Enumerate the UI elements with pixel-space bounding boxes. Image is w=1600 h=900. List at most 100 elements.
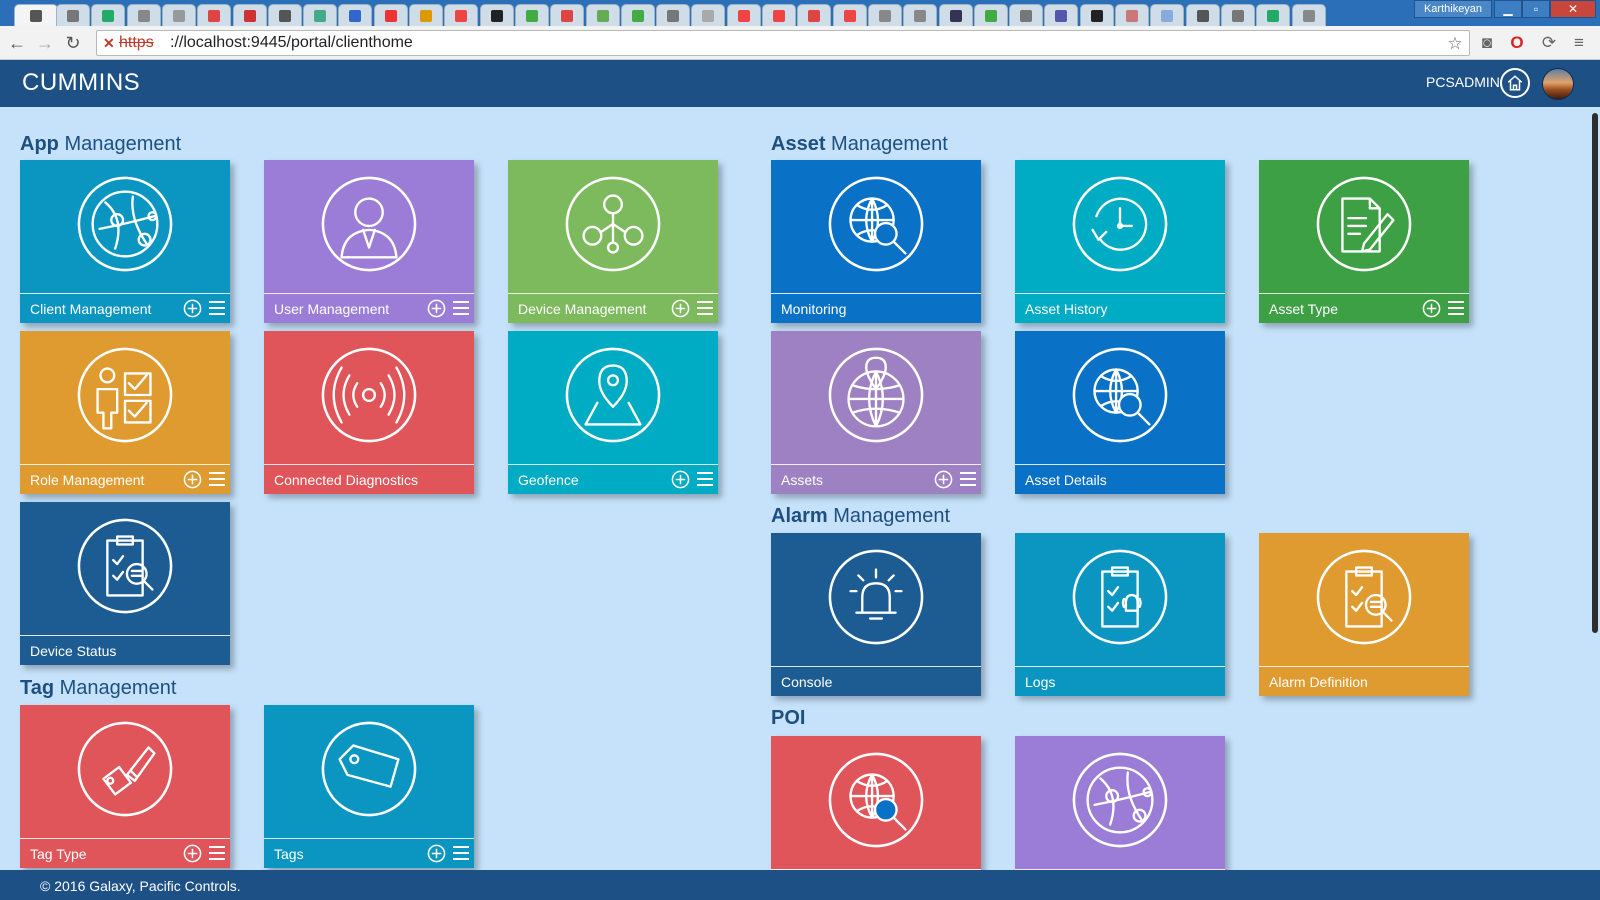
dashboard-tile[interactable]: Alarm Definition — [1259, 533, 1469, 696]
tile-label[interactable]: Tag Type — [30, 846, 87, 862]
tile-label[interactable]: Asset Details — [1025, 472, 1107, 488]
browser-tab[interactable] — [267, 4, 302, 26]
dashboard-tile[interactable]: Asset Details — [1015, 331, 1225, 494]
tile-label[interactable]: Client Management — [30, 301, 151, 317]
dashboard-tile[interactable]: Client Management — [20, 160, 230, 323]
username-label[interactable]: PCSADMIN — [1426, 74, 1500, 90]
browser-tab[interactable] — [56, 4, 90, 26]
close-window-button[interactable]: ✕ — [1550, 0, 1596, 18]
browser-tab[interactable] — [1256, 4, 1291, 26]
tile-label[interactable]: Role Management — [30, 472, 144, 488]
tile-label[interactable]: Console — [781, 674, 832, 690]
browser-tab[interactable] — [1079, 4, 1114, 26]
browser-tab[interactable] — [691, 4, 726, 26]
tile-label[interactable]: Alarm Definition — [1269, 674, 1368, 690]
tile-label[interactable]: Device Status — [30, 643, 116, 659]
dashboard-tile[interactable]: Tag Type — [20, 705, 230, 868]
dashboard-tile[interactable]: Asset History — [1015, 160, 1225, 323]
browser-tab[interactable] — [1220, 4, 1255, 26]
tile-label[interactable]: Logs — [1025, 674, 1055, 690]
browser-tab[interactable] — [797, 4, 832, 26]
address-bar[interactable]: ✕ https ://localhost:9445/portal/clienth… — [96, 30, 1470, 56]
tile-label[interactable]: Asset History — [1025, 301, 1107, 317]
add-icon[interactable] — [427, 299, 446, 318]
add-icon[interactable] — [1422, 299, 1441, 318]
browser-profile-button[interactable]: Karthikeyan — [1414, 0, 1492, 18]
browser-tab[interactable] — [303, 4, 338, 26]
dashboard-tile[interactable]: Logs — [1015, 533, 1225, 696]
browser-tab[interactable] — [197, 4, 232, 26]
dashboard-tile[interactable] — [771, 736, 981, 870]
add-icon[interactable] — [934, 470, 953, 489]
tile-label[interactable]: Assets — [781, 472, 823, 488]
dashboard-tile[interactable] — [1015, 736, 1225, 870]
browser-tab[interactable] — [409, 4, 443, 26]
sync-extension-icon[interactable]: ⟳ — [1538, 32, 1560, 54]
browser-tab[interactable] — [973, 4, 1008, 26]
dashboard-tile[interactable]: Monitoring — [771, 160, 981, 323]
browser-tab[interactable] — [514, 4, 549, 26]
browser-tab[interactable] — [1115, 4, 1149, 26]
dashboard-tile[interactable]: Assets — [771, 331, 981, 494]
browser-tab[interactable] — [1009, 4, 1044, 26]
add-icon[interactable] — [183, 470, 202, 489]
browser-tab[interactable] — [585, 4, 620, 26]
tile-label[interactable]: Connected Diagnostics — [274, 472, 418, 488]
list-menu-icon[interactable] — [452, 300, 470, 316]
tile-label[interactable]: User Management — [274, 301, 389, 317]
browser-tab[interactable] — [867, 4, 902, 26]
browser-tab[interactable] — [14, 4, 58, 26]
browser-tab[interactable] — [620, 4, 655, 26]
list-menu-icon[interactable] — [208, 471, 226, 487]
tile-label[interactable]: Tags — [274, 846, 304, 862]
add-icon[interactable] — [671, 299, 690, 318]
maximize-button[interactable]: ▫ — [1522, 0, 1550, 18]
browser-tab[interactable] — [762, 4, 796, 26]
tile-label[interactable]: Geofence — [518, 472, 579, 488]
dashboard-tile[interactable]: Asset Type — [1259, 160, 1469, 323]
tile-label[interactable]: Device Management — [518, 301, 646, 317]
scrollbar-thumb[interactable] — [1592, 113, 1598, 633]
browser-tab[interactable] — [232, 4, 267, 26]
add-icon[interactable] — [183, 299, 202, 318]
dashboard-tile[interactable]: Tags — [264, 705, 474, 868]
scrollbar[interactable] — [1590, 107, 1600, 870]
bookmark-star-icon[interactable]: ☆ — [1444, 33, 1466, 55]
reload-icon[interactable]: ↻ — [62, 32, 84, 54]
list-menu-icon[interactable] — [452, 845, 470, 861]
minimize-button[interactable]: ▁ — [1494, 0, 1522, 18]
browser-tab[interactable] — [338, 4, 373, 26]
home-icon[interactable] — [1500, 68, 1530, 98]
camera-extension-icon[interactable]: ◙ — [1476, 32, 1498, 54]
browser-tab[interactable] — [126, 4, 161, 26]
avatar[interactable] — [1542, 68, 1574, 100]
browser-tab[interactable] — [91, 4, 126, 26]
dashboard-tile[interactable]: Geofence — [508, 331, 718, 494]
browser-tab[interactable] — [479, 4, 514, 26]
browser-tab[interactable] — [656, 4, 691, 26]
dashboard-tile[interactable]: Device Management — [508, 160, 718, 323]
browser-tab[interactable] — [903, 4, 938, 26]
browser-tab[interactable] — [938, 4, 973, 26]
browser-tab[interactable] — [1291, 4, 1326, 26]
browser-tab[interactable] — [373, 4, 408, 26]
dashboard-tile[interactable]: Connected Diagnostics — [264, 331, 474, 494]
list-menu-icon[interactable] — [208, 845, 226, 861]
forward-icon[interactable]: → — [34, 32, 56, 54]
browser-tab[interactable] — [550, 4, 585, 26]
back-icon[interactable]: ← — [6, 32, 28, 54]
dashboard-tile[interactable]: Device Status — [20, 502, 230, 665]
browser-tab[interactable] — [1150, 4, 1185, 26]
add-icon[interactable] — [427, 844, 446, 863]
tile-label[interactable]: Asset Type — [1269, 301, 1338, 317]
browser-tab[interactable] — [1044, 4, 1079, 26]
dashboard-tile[interactable]: Console — [771, 533, 981, 696]
add-icon[interactable] — [671, 470, 690, 489]
browser-tab[interactable] — [832, 4, 867, 26]
browser-tab[interactable] — [444, 4, 479, 26]
browser-tab[interactable] — [1185, 4, 1220, 26]
browser-tab[interactable] — [161, 4, 196, 26]
add-icon[interactable] — [183, 844, 202, 863]
tile-label[interactable]: Monitoring — [781, 301, 846, 317]
list-menu-icon[interactable] — [696, 300, 714, 316]
